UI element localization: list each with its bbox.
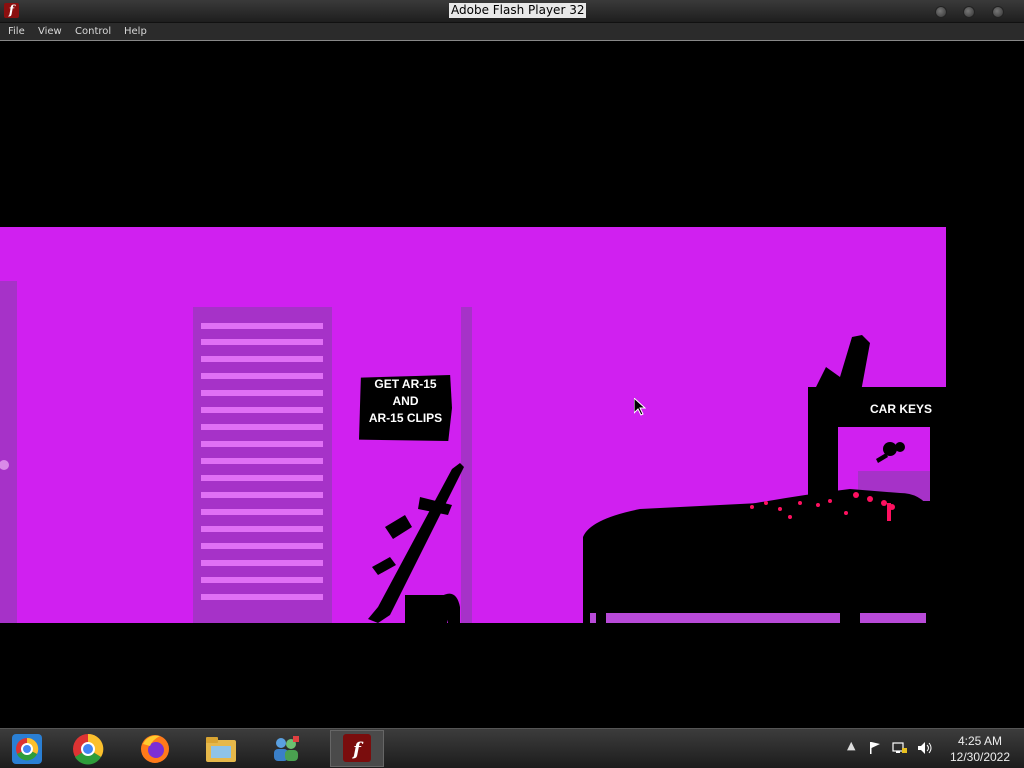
show-hidden-icons-icon[interactable]: ▲: [847, 739, 855, 752]
system-clock[interactable]: 4:25 AM 12/30/2022: [940, 733, 1020, 765]
maximize-button[interactable]: [963, 6, 975, 18]
network-people-icon[interactable]: [269, 732, 303, 766]
window-blinds: [193, 307, 332, 623]
game-artwork: [0, 281, 946, 623]
car-keys-label: CAR KEYS: [869, 402, 932, 416]
bed-gap: [590, 613, 926, 623]
firefox-icon[interactable]: [138, 732, 172, 766]
menu-file[interactable]: File: [8, 24, 25, 39]
menu-bar: File View Control Help: [0, 23, 1024, 41]
clock-date: 12/30/2022: [949, 750, 1011, 764]
ar15-objective-sign: GET AR-15 AND AR-15 CLIPS: [359, 375, 452, 441]
flash-player-icon: f: [343, 734, 371, 762]
mouse-cursor-icon: [634, 398, 646, 416]
menu-help[interactable]: Help: [124, 24, 147, 39]
chrome-icon[interactable]: [71, 732, 105, 766]
minimize-button[interactable]: [935, 6, 947, 18]
sign-line-3: AR-15 CLIPS: [368, 411, 443, 425]
wall-pole: [461, 307, 472, 623]
ar15-clips: [405, 593, 460, 623]
title-bar: f Adobe Flash Player 32: [0, 0, 1024, 23]
window-title: Adobe Flash Player 32: [449, 3, 587, 18]
active-taskbar-button[interactable]: f: [330, 730, 384, 767]
volume-icon[interactable]: [917, 741, 933, 755]
network-icon[interactable]: [892, 741, 908, 755]
flash-stage[interactable]: GET AR-15 AND AR-15 CLIPS CAR KEYS: [0, 41, 1024, 728]
sign-line-2: AND: [392, 394, 419, 408]
car-keys: [876, 442, 905, 463]
sign-line-1: GET AR-15: [374, 377, 437, 391]
action-center-flag-icon[interactable]: [868, 741, 882, 755]
clock-time: 4:25 AM: [957, 734, 1003, 748]
menu-view[interactable]: View: [38, 24, 62, 39]
chrome-app-icon[interactable]: [10, 732, 44, 766]
game-scene[interactable]: GET AR-15 AND AR-15 CLIPS CAR KEYS: [0, 227, 946, 623]
flash-app-icon[interactable]: f: [4, 3, 19, 18]
doorframe: [0, 281, 17, 623]
taskbar: f ▲ 4:25 AM 12/30/2022: [0, 728, 1024, 768]
menu-control[interactable]: Control: [75, 24, 111, 39]
file-explorer-icon[interactable]: [204, 732, 238, 766]
close-button[interactable]: [992, 6, 1004, 18]
